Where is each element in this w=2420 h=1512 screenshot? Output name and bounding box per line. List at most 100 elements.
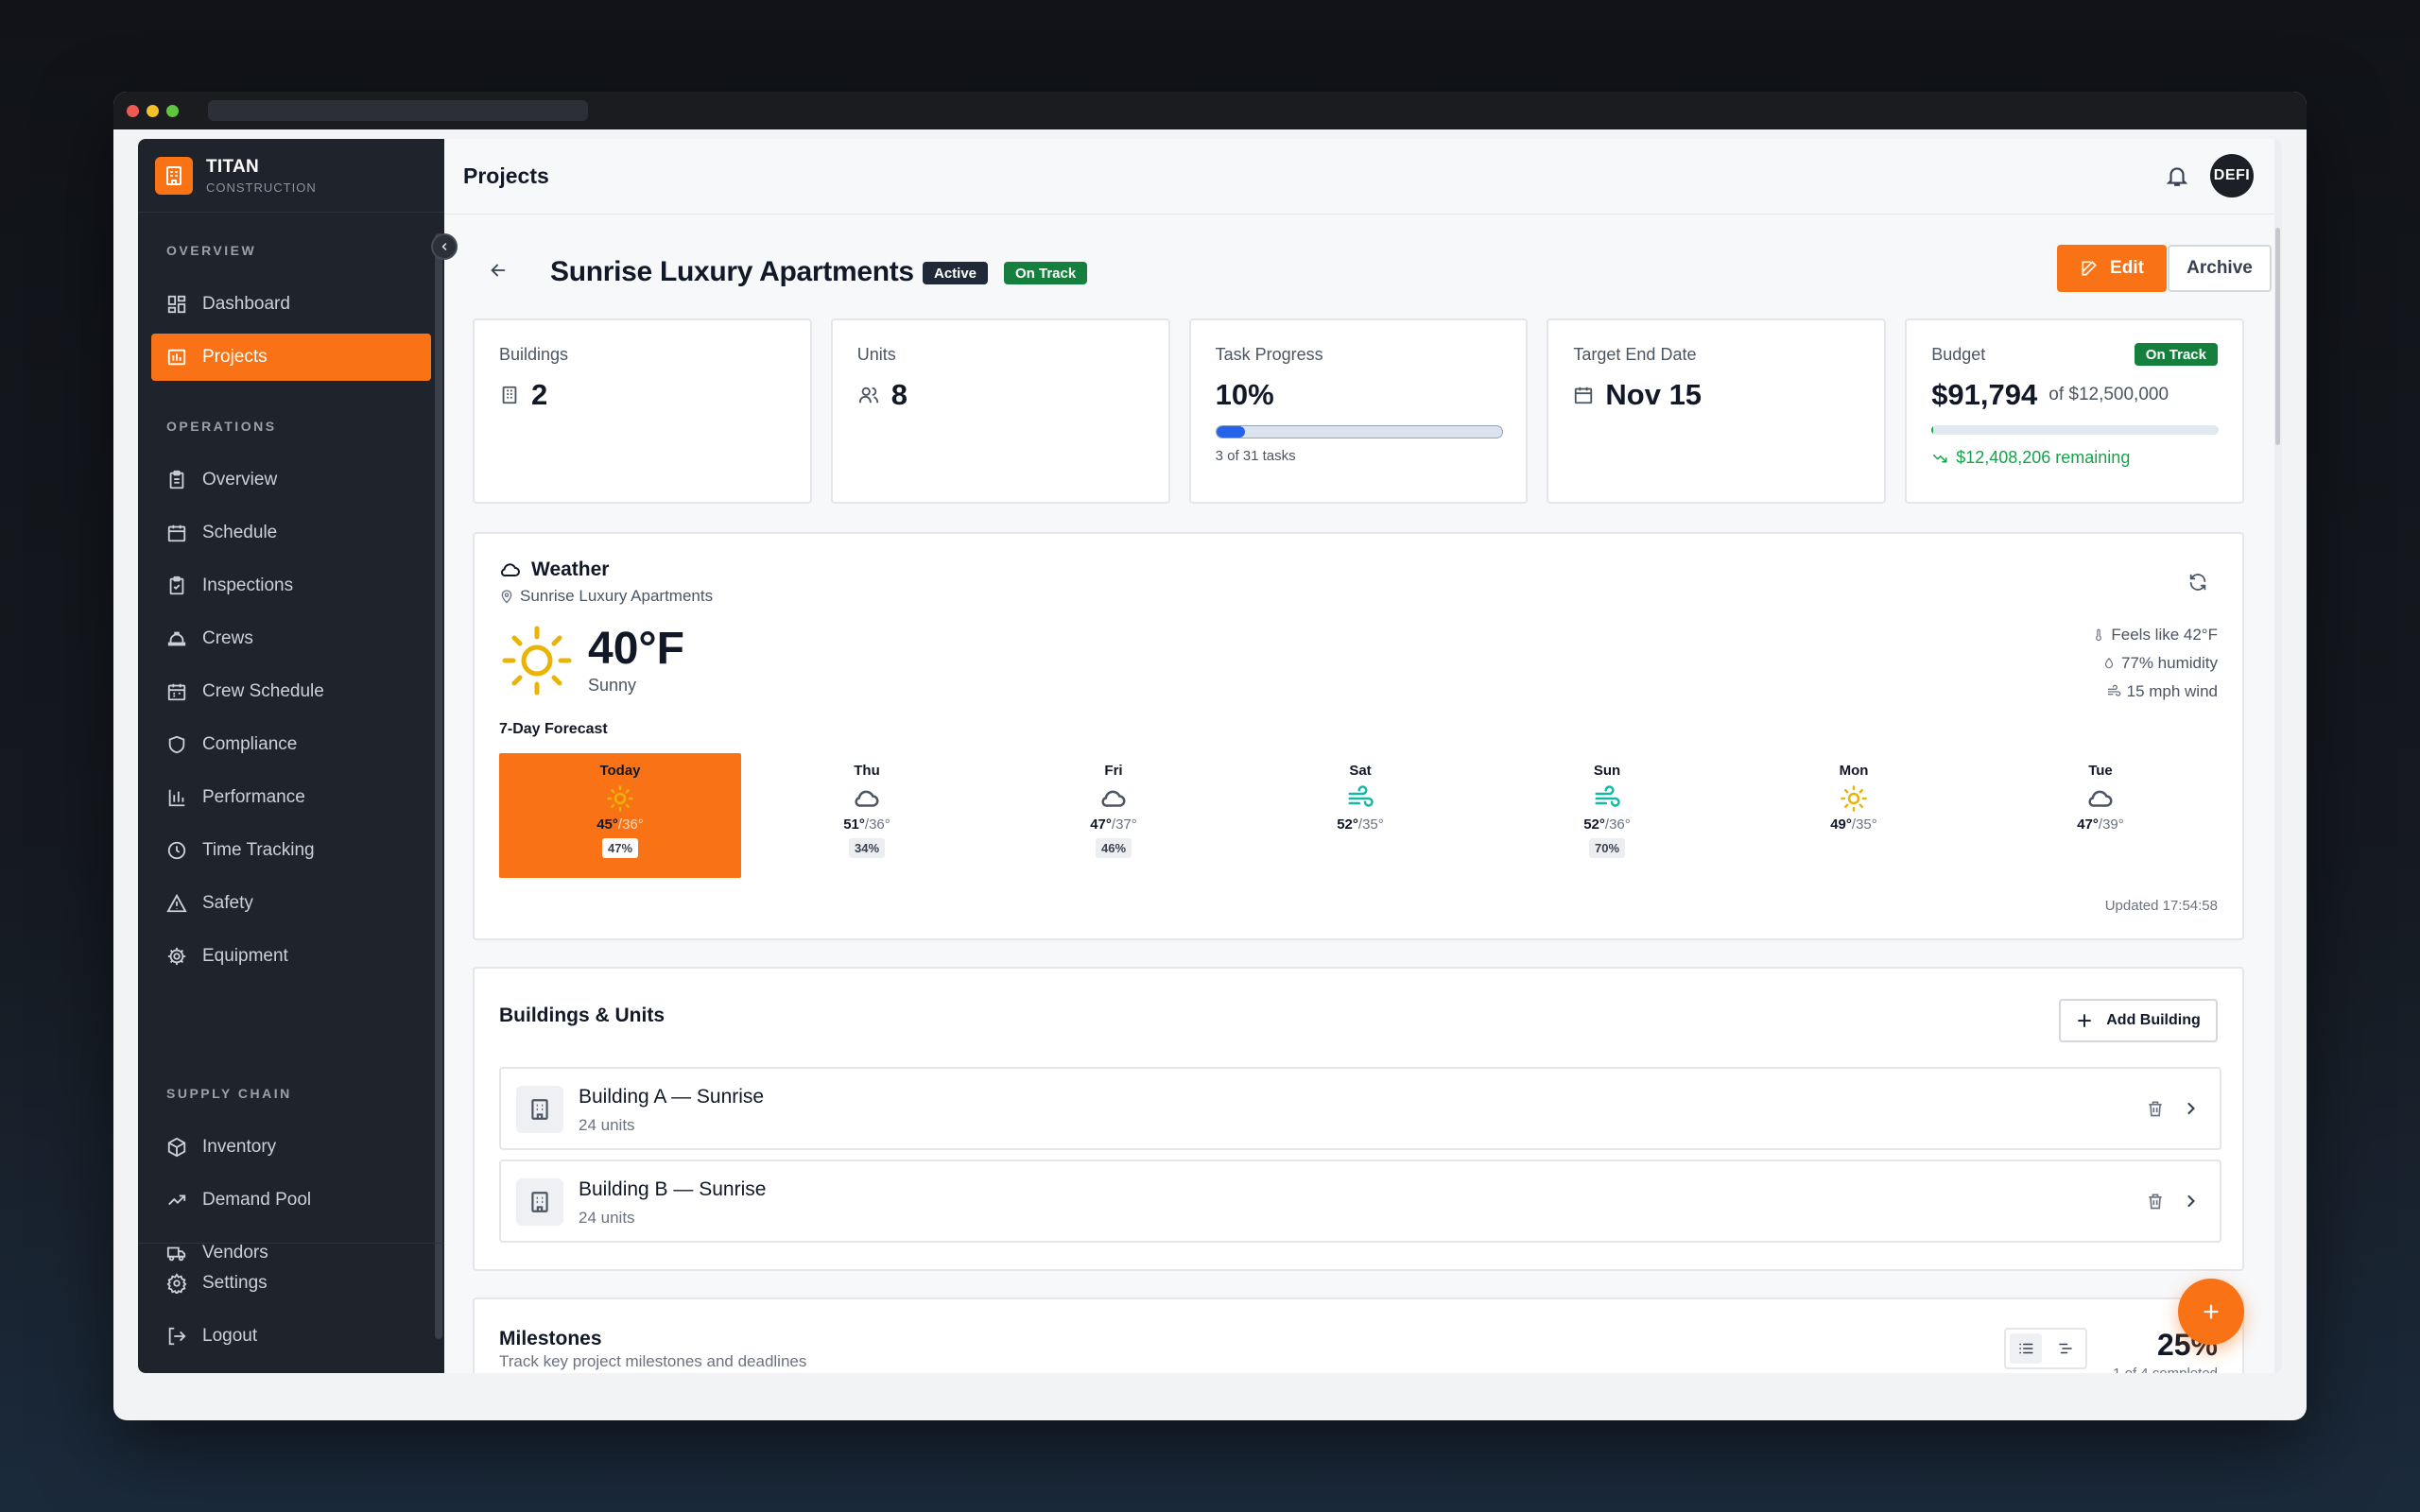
budget-progress-fill [1931, 425, 1934, 435]
weather-details: Feels like 42°F 77% humidity 15 mph wind [2092, 621, 2218, 706]
stat-card-units: Units 8 [830, 318, 1170, 504]
projects-icon [167, 349, 186, 366]
open-building-button[interactable] [2182, 1192, 2201, 1215]
forecast-day-name: Today [599, 763, 641, 779]
humidity: 77% humidity [2120, 654, 2218, 672]
gear-icon [166, 1273, 187, 1294]
back-button[interactable] [488, 260, 509, 285]
forecast-day-name: Thu [854, 763, 880, 779]
main-scrollbar[interactable] [2274, 139, 2282, 1373]
forecast-high: 51° [843, 816, 865, 833]
stat-card-budget: Budget On Track $91,794 of $12,500,000 $… [1905, 318, 2244, 504]
delete-building-button[interactable] [2146, 1192, 2165, 1215]
close-window-button[interactable] [127, 105, 139, 117]
notifications-button[interactable] [2165, 163, 2189, 193]
sidebar-item-label: Crew Schedule [202, 681, 324, 701]
building-row[interactable]: Building A — Sunrise 24 units [499, 1067, 2221, 1150]
sidebar-item-label: Performance [202, 787, 305, 807]
minimize-window-button[interactable] [147, 105, 159, 117]
refresh-weather-button[interactable] [2187, 572, 2208, 597]
forecast-low: /37° [1111, 816, 1137, 833]
sidebar-item-performance[interactable]: Performance [151, 774, 431, 821]
building-icon [516, 1086, 563, 1133]
sidebar-item-compliance[interactable]: Compliance [151, 721, 431, 768]
sidebar-item-projects[interactable]: Projects [151, 334, 431, 381]
scrollbar-thumb[interactable] [2275, 228, 2280, 445]
forecast-high: 52° [1337, 816, 1358, 833]
cloud-icon [500, 563, 520, 577]
forecast-high: 52° [1583, 816, 1605, 833]
hard-hat-icon [167, 631, 186, 646]
cloud-icon [993, 782, 1235, 815]
cloud-icon [746, 782, 988, 815]
stat-card-task-progress: Task Progress 10% 3 of 31 tasks [1188, 318, 1529, 504]
building-name: Building B — Sunrise [579, 1178, 767, 1200]
trending-down-icon [1932, 454, 1947, 462]
forecast-high: 47° [1090, 816, 1112, 833]
add-building-button[interactable]: Add Building [2059, 999, 2218, 1042]
sidebar-item-safety[interactable]: Safety [151, 880, 431, 927]
forecast-day: Thu 51°/36° 34% [746, 753, 988, 878]
map-pin-icon [501, 590, 512, 604]
trash-icon [2149, 1101, 2162, 1117]
milestones-completed: 1 of 4 completed [2113, 1366, 2218, 1373]
sun-icon [502, 626, 572, 696]
chevron-right-icon [2187, 1194, 2195, 1208]
forecast-day: Sat 52°/35° [1239, 753, 1481, 878]
sidebar-item-label: Logout [202, 1326, 258, 1346]
sidebar-item-schedule[interactable]: Schedule [151, 509, 431, 557]
sidebar-item-logout[interactable]: Logout [151, 1313, 431, 1360]
building-row[interactable]: Building B — Sunrise 24 units [499, 1160, 2221, 1243]
list-view-button[interactable] [2010, 1333, 2042, 1364]
users-icon [858, 387, 878, 404]
stat-label: Task Progress [1215, 345, 1323, 364]
sidebar-collapse-button[interactable] [431, 233, 458, 260]
sidebar-item-label: Inspections [202, 576, 294, 595]
sidebar-item-crews[interactable]: Crews [151, 615, 431, 662]
sidebar-item-overview[interactable]: Overview [151, 456, 431, 504]
bar-chart-icon [168, 789, 185, 807]
project-header: Sunrise Luxury Apartments Active On Trac… [473, 245, 2272, 298]
maximize-window-button[interactable] [166, 105, 179, 117]
shield-icon [168, 735, 185, 754]
stat-label: Units [856, 345, 896, 364]
sidebar-item-demand-pool[interactable]: Demand Pool [151, 1177, 431, 1224]
quick-add-button[interactable] [2178, 1279, 2244, 1345]
sidebar-item-label: Demand Pool [202, 1190, 312, 1210]
stat-value: 2 [531, 378, 548, 411]
track-badge: On Track [1004, 262, 1088, 284]
sidebar-item-inventory[interactable]: Inventory [151, 1124, 431, 1171]
delete-building-button[interactable] [2146, 1099, 2165, 1123]
task-progress-fill [1216, 426, 1245, 438]
page-title: Projects [463, 163, 549, 188]
brand-subtitle: CONSTRUCTION [206, 180, 317, 195]
edit-button[interactable]: Edit [2057, 245, 2167, 292]
box-icon [167, 1137, 186, 1158]
sidebar-item-settings[interactable]: Settings [151, 1260, 431, 1307]
plus-icon [2078, 1014, 2092, 1027]
precip-badge: 47% [601, 838, 639, 858]
forecast-high: 47° [2077, 816, 2099, 833]
sidebar-item-label: Overview [202, 470, 278, 490]
sidebar-item-label: Safety [202, 893, 253, 913]
droplet-icon [2104, 657, 2114, 669]
sidebar-item-inspections[interactable]: Inspections [151, 562, 431, 610]
sidebar-item-label: Time Tracking [202, 840, 315, 860]
avatar[interactable]: DEFI [2210, 154, 2254, 198]
sidebar-item-time-tracking[interactable]: Time Tracking [151, 827, 431, 874]
feels-like: Feels like 42°F [2111, 626, 2218, 644]
brand[interactable]: TITAN CONSTRUCTION [138, 139, 444, 213]
open-building-button[interactable] [2182, 1099, 2201, 1123]
address-bar[interactable] [208, 100, 588, 121]
archive-button[interactable]: Archive [2168, 245, 2272, 292]
sun-icon [499, 782, 741, 815]
calendar-icon [167, 683, 186, 701]
weather-location: Sunrise Luxury Apartments [520, 587, 714, 605]
current-temperature: 40°F [588, 623, 684, 674]
stat-card-buildings: Buildings 2 [473, 318, 812, 504]
sidebar-item-dashboard[interactable]: Dashboard [151, 281, 431, 328]
timeline-view-button[interactable] [2049, 1333, 2082, 1364]
sidebar-item-equipment[interactable]: Equipment [151, 933, 431, 980]
sidebar-item-crew-schedule[interactable]: Crew Schedule [151, 668, 431, 715]
forecast-day: Tue 47°/39° [1979, 753, 2221, 878]
